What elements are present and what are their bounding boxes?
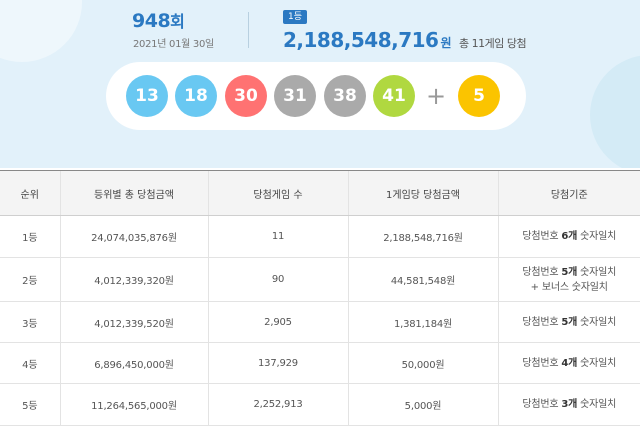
rank-cell: 1등	[0, 215, 60, 258]
total-cell: 24,074,035,876원	[59, 215, 208, 258]
criteria-text: 당첨번호	[522, 316, 562, 328]
round-number-suffix: 회	[170, 12, 185, 31]
column-header-rank: 순위	[0, 170, 60, 216]
rank-cell: 2등	[0, 257, 60, 302]
criteria-count: 5개	[561, 266, 578, 278]
winners-cell: 137,929	[207, 342, 348, 384]
number-ball-3: 30	[225, 75, 267, 117]
header-divider	[248, 12, 249, 48]
draw-date: 2021년 01월 30일	[133, 39, 214, 50]
table-row: 3등 4,012,339,520원 2,905 1,381,184원 당첨번호 …	[0, 301, 640, 343]
decorative-circle	[590, 55, 640, 168]
table-header-row: 순위 등위별 총 당첨금액 당첨게임 수 1게임당 당첨금액 당첨기준	[0, 170, 640, 216]
number-ball-1: 13	[126, 75, 168, 117]
rank-cell: 4등	[0, 342, 60, 384]
criteria-text: 당첨번호	[522, 266, 562, 278]
round-number-value: 948	[132, 10, 171, 32]
winners-cell: 90	[207, 257, 348, 302]
first-rank-badge: 1등	[283, 10, 307, 24]
criteria-text: 당첨번호	[522, 399, 562, 410]
bonus-ball: 5	[458, 75, 500, 117]
plus-icon: +	[425, 82, 447, 110]
table-row: 2등 4,012,339,320원 90 44,581,548원 당첨번호 5개…	[0, 257, 640, 302]
per-game-cell: 1,381,184원	[347, 301, 498, 343]
per-game-cell: 50,000원	[347, 342, 498, 384]
number-ball-4: 31	[274, 75, 316, 117]
number-ball-6: 41	[373, 75, 415, 117]
criteria-cell: 당첨번호 6개 숫자일치	[497, 215, 640, 258]
decorative-circle	[0, 0, 82, 62]
column-header-criteria: 당첨기준	[497, 170, 640, 216]
table-row: 5등 11,264,565,000원 2,252,913 5,000원 당첨번호…	[0, 383, 640, 426]
winners-cell: 2,252,913	[207, 383, 348, 426]
criteria-count: 4개	[561, 357, 578, 369]
winners-cell: 2,905	[207, 301, 348, 343]
per-game-cell: 5,000원	[347, 383, 498, 426]
criteria-text: 당첨번호	[522, 231, 562, 242]
table-row: 4등 6,896,450,000원 137,929 50,000원 당첨번호 4…	[0, 342, 640, 384]
criteria-cell: 당첨번호 4개 숫자일치	[497, 342, 640, 384]
first-prize-unit: 원	[440, 36, 451, 50]
criteria-suffix: 숫자일치	[577, 357, 617, 369]
first-prize-winners: 총 11게임 당첨	[459, 37, 527, 50]
rank-cell: 5등	[0, 383, 60, 426]
criteria-bonus: + 보너스 숫자일치	[530, 281, 608, 293]
total-cell: 4,012,339,520원	[59, 301, 208, 343]
total-cell: 6,896,450,000원	[59, 342, 208, 384]
winners-cell: 11	[207, 215, 348, 258]
table-row: 1등 24,074,035,876원 11 2,188,548,716원 당첨번…	[0, 215, 640, 258]
per-game-cell: 44,581,548원	[347, 257, 498, 302]
criteria-cell: 당첨번호 5개 숫자일치 + 보너스 숫자일치	[497, 257, 640, 302]
criteria-suffix: 숫자일치	[577, 316, 617, 328]
total-cell: 11,264,565,000원	[59, 383, 208, 426]
first-prize-amount: 2,188,548,716	[283, 28, 439, 52]
column-header-per-game: 1게임당 당첨금액	[347, 170, 498, 216]
number-ball-5: 38	[324, 75, 366, 117]
criteria-suffix: 숫자일치	[577, 399, 617, 410]
round-number: 948회	[132, 8, 185, 32]
criteria-text: 당첨번호	[522, 357, 562, 369]
total-cell: 4,012,339,320원	[59, 257, 208, 302]
criteria-cell: 당첨번호 3개 숫자일치	[497, 383, 640, 426]
first-prize: 2,188,548,716 원 총 11게임 당첨	[283, 28, 527, 52]
column-header-winners: 당첨게임 수	[207, 170, 348, 216]
criteria-count: 5개	[561, 316, 578, 328]
criteria-cell: 당첨번호 5개 숫자일치	[497, 301, 640, 343]
number-ball-2: 18	[175, 75, 217, 117]
prize-table: 순위 등위별 총 당첨금액 당첨게임 수 1게임당 당첨금액 당첨기준 1등 2…	[0, 170, 640, 426]
criteria-suffix: 숫자일치	[577, 231, 617, 242]
criteria-suffix: 숫자일치	[577, 266, 617, 278]
per-game-cell: 2,188,548,716원	[347, 215, 498, 258]
column-header-total: 등위별 총 당첨금액	[59, 170, 208, 216]
rank-cell: 3등	[0, 301, 60, 343]
criteria-count: 6개	[561, 231, 578, 242]
criteria-count: 3개	[561, 399, 578, 410]
